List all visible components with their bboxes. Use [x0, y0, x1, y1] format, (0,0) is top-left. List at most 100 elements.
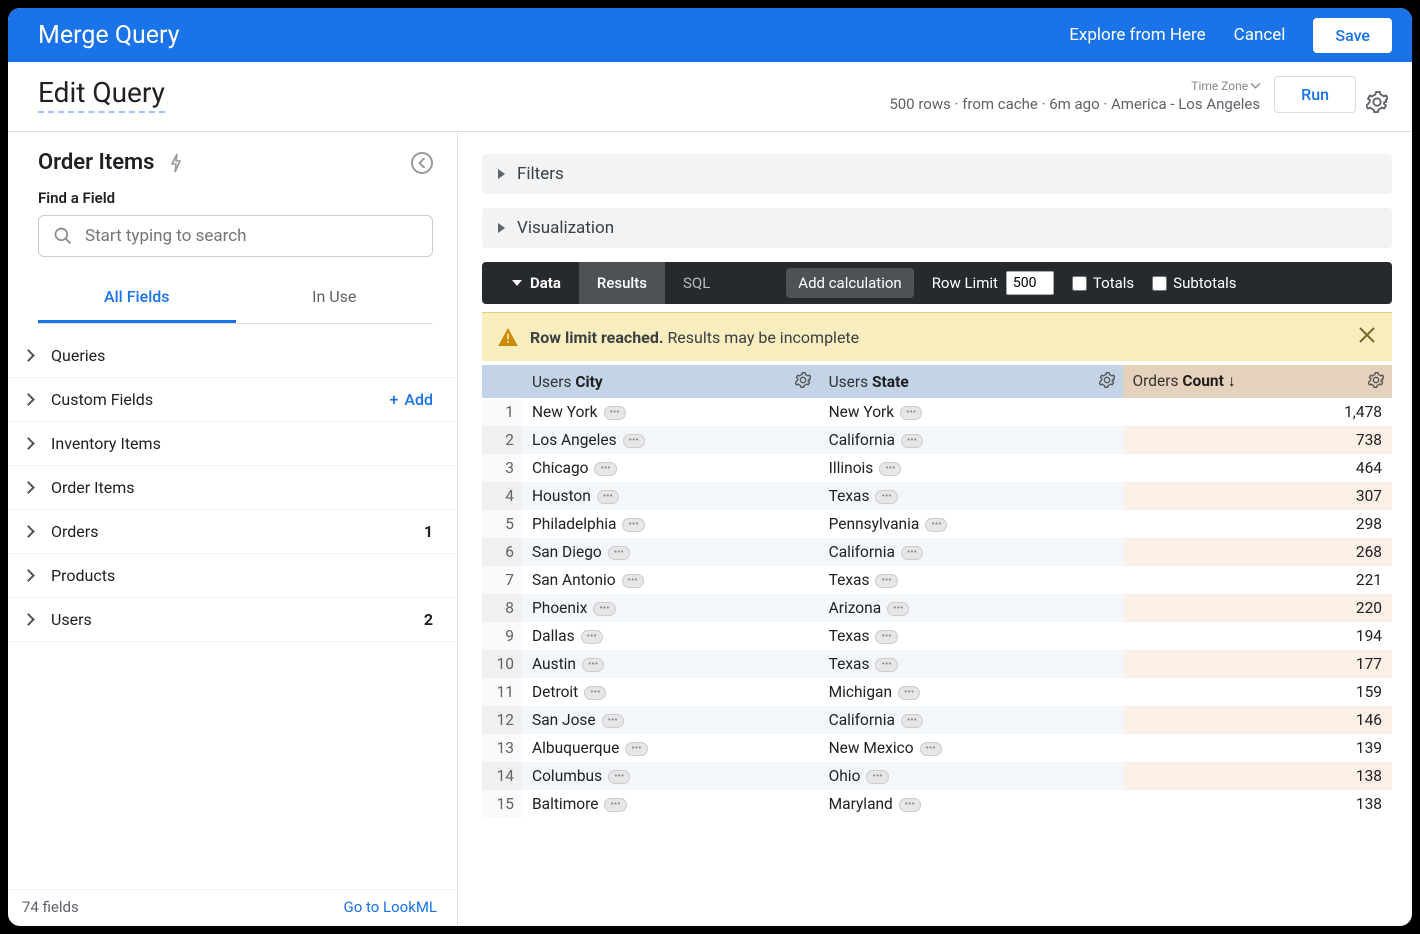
go-to-lookml-link[interactable]: Go to LookML: [344, 898, 438, 916]
totals-checkbox[interactable]: Totals: [1072, 274, 1134, 292]
cell-state[interactable]: Ohio•••: [819, 762, 1123, 790]
cell-actions-icon[interactable]: •••: [899, 798, 921, 812]
field-group-inventory-items[interactable]: Inventory Items: [8, 422, 457, 466]
field-group-products[interactable]: Products: [8, 554, 457, 598]
cell-actions-icon[interactable]: •••: [608, 770, 630, 784]
cell-state[interactable]: Arizona•••: [819, 594, 1123, 622]
cancel-link[interactable]: Cancel: [1234, 25, 1286, 45]
field-group-users[interactable]: Users2: [8, 598, 457, 642]
cell-state[interactable]: Maryland•••: [819, 790, 1123, 818]
cell-state[interactable]: Texas•••: [819, 482, 1123, 510]
bolt-icon[interactable]: [168, 153, 184, 173]
cell-city[interactable]: Chicago•••: [522, 454, 819, 482]
cell-state[interactable]: Michigan•••: [819, 678, 1123, 706]
cell-count[interactable]: 307: [1123, 482, 1392, 510]
cell-city[interactable]: San Antonio•••: [522, 566, 819, 594]
close-warning-button[interactable]: [1358, 325, 1376, 349]
cell-actions-icon[interactable]: •••: [622, 518, 644, 532]
tab-all-fields[interactable]: All Fields: [38, 275, 236, 323]
cell-actions-icon[interactable]: •••: [875, 630, 897, 644]
cell-actions-icon[interactable]: •••: [581, 630, 603, 644]
cell-actions-icon[interactable]: •••: [901, 434, 923, 448]
cell-city[interactable]: Los Angeles•••: [522, 426, 819, 454]
cell-actions-icon[interactable]: •••: [604, 406, 626, 420]
cell-actions-icon[interactable]: •••: [875, 658, 897, 672]
row-limit-input[interactable]: [1006, 271, 1054, 295]
run-button[interactable]: Run: [1274, 76, 1356, 113]
cell-count[interactable]: 139: [1123, 734, 1392, 762]
cell-actions-icon[interactable]: •••: [608, 546, 630, 560]
timezone-dropdown[interactable]: Time Zone: [1191, 79, 1260, 93]
cell-actions-icon[interactable]: •••: [604, 798, 626, 812]
cell-state[interactable]: Texas•••: [819, 650, 1123, 678]
cell-count[interactable]: 159: [1123, 678, 1392, 706]
cell-state[interactable]: California•••: [819, 426, 1123, 454]
cell-actions-icon[interactable]: •••: [898, 686, 920, 700]
field-group-queries[interactable]: Queries: [8, 334, 457, 378]
cell-city[interactable]: Houston•••: [522, 482, 819, 510]
cell-actions-icon[interactable]: •••: [866, 770, 888, 784]
cell-state[interactable]: New York•••: [819, 398, 1123, 426]
cell-actions-icon[interactable]: •••: [900, 406, 922, 420]
results-tab[interactable]: Results: [579, 262, 665, 304]
column-header-state[interactable]: Users State: [819, 365, 1123, 398]
cell-actions-icon[interactable]: •••: [925, 518, 947, 532]
cell-city[interactable]: New York•••: [522, 398, 819, 426]
cell-count[interactable]: 138: [1123, 790, 1392, 818]
cell-count[interactable]: 738: [1123, 426, 1392, 454]
cell-actions-icon[interactable]: •••: [594, 462, 616, 476]
save-button[interactable]: Save: [1313, 18, 1392, 53]
tab-in-use[interactable]: In Use: [236, 275, 434, 323]
cell-actions-icon[interactable]: •••: [625, 742, 647, 756]
cell-state[interactable]: California•••: [819, 706, 1123, 734]
cell-city[interactable]: San Diego•••: [522, 538, 819, 566]
cell-count[interactable]: 194: [1123, 622, 1392, 650]
cell-count[interactable]: 177: [1123, 650, 1392, 678]
cell-actions-icon[interactable]: •••: [879, 462, 901, 476]
cell-city[interactable]: Columbus•••: [522, 762, 819, 790]
subtotals-checkbox[interactable]: Subtotals: [1152, 274, 1236, 292]
column-gear-icon[interactable]: [795, 372, 811, 392]
settings-gear-icon[interactable]: [1366, 91, 1388, 113]
cell-city[interactable]: Phoenix•••: [522, 594, 819, 622]
cell-actions-icon[interactable]: •••: [584, 686, 606, 700]
cell-state[interactable]: Texas•••: [819, 566, 1123, 594]
cell-city[interactable]: San Jose•••: [522, 706, 819, 734]
field-group-order-items[interactable]: Order Items: [8, 466, 457, 510]
cell-count[interactable]: 221: [1123, 566, 1392, 594]
cell-actions-icon[interactable]: •••: [602, 714, 624, 728]
cell-actions-icon[interactable]: •••: [623, 434, 645, 448]
cell-city[interactable]: Baltimore•••: [522, 790, 819, 818]
cell-actions-icon[interactable]: •••: [622, 574, 644, 588]
cell-count[interactable]: 146: [1123, 706, 1392, 734]
cell-city[interactable]: Philadelphia•••: [522, 510, 819, 538]
cell-city[interactable]: Albuquerque•••: [522, 734, 819, 762]
cell-city[interactable]: Austin•••: [522, 650, 819, 678]
cell-state[interactable]: Pennsylvania•••: [819, 510, 1123, 538]
cell-actions-icon[interactable]: •••: [875, 574, 897, 588]
field-group-orders[interactable]: Orders1: [8, 510, 457, 554]
sql-tab[interactable]: SQL: [665, 262, 728, 304]
cell-actions-icon[interactable]: •••: [593, 602, 615, 616]
cell-actions-icon[interactable]: •••: [920, 742, 942, 756]
collapse-sidebar-button[interactable]: [411, 152, 433, 174]
cell-actions-icon[interactable]: •••: [582, 658, 604, 672]
totals-checkbox-input[interactable]: [1072, 276, 1087, 291]
cell-actions-icon[interactable]: •••: [887, 602, 909, 616]
cell-actions-icon[interactable]: •••: [875, 490, 897, 504]
cell-actions-icon[interactable]: •••: [901, 714, 923, 728]
subtotals-checkbox-input[interactable]: [1152, 276, 1167, 291]
cell-state[interactable]: Texas•••: [819, 622, 1123, 650]
column-gear-icon[interactable]: [1368, 372, 1384, 392]
visualization-panel-header[interactable]: Visualization: [482, 208, 1392, 248]
cell-actions-icon[interactable]: •••: [597, 490, 619, 504]
explore-from-here-link[interactable]: Explore from Here: [1069, 25, 1205, 45]
cell-count[interactable]: 1,478: [1123, 398, 1392, 426]
data-tab[interactable]: Data: [494, 262, 579, 304]
cell-state[interactable]: California•••: [819, 538, 1123, 566]
cell-count[interactable]: 298: [1123, 510, 1392, 538]
column-gear-icon[interactable]: [1099, 372, 1115, 392]
cell-count[interactable]: 464: [1123, 454, 1392, 482]
cell-actions-icon[interactable]: •••: [901, 546, 923, 560]
column-header-count[interactable]: Orders Count↓: [1123, 365, 1392, 398]
